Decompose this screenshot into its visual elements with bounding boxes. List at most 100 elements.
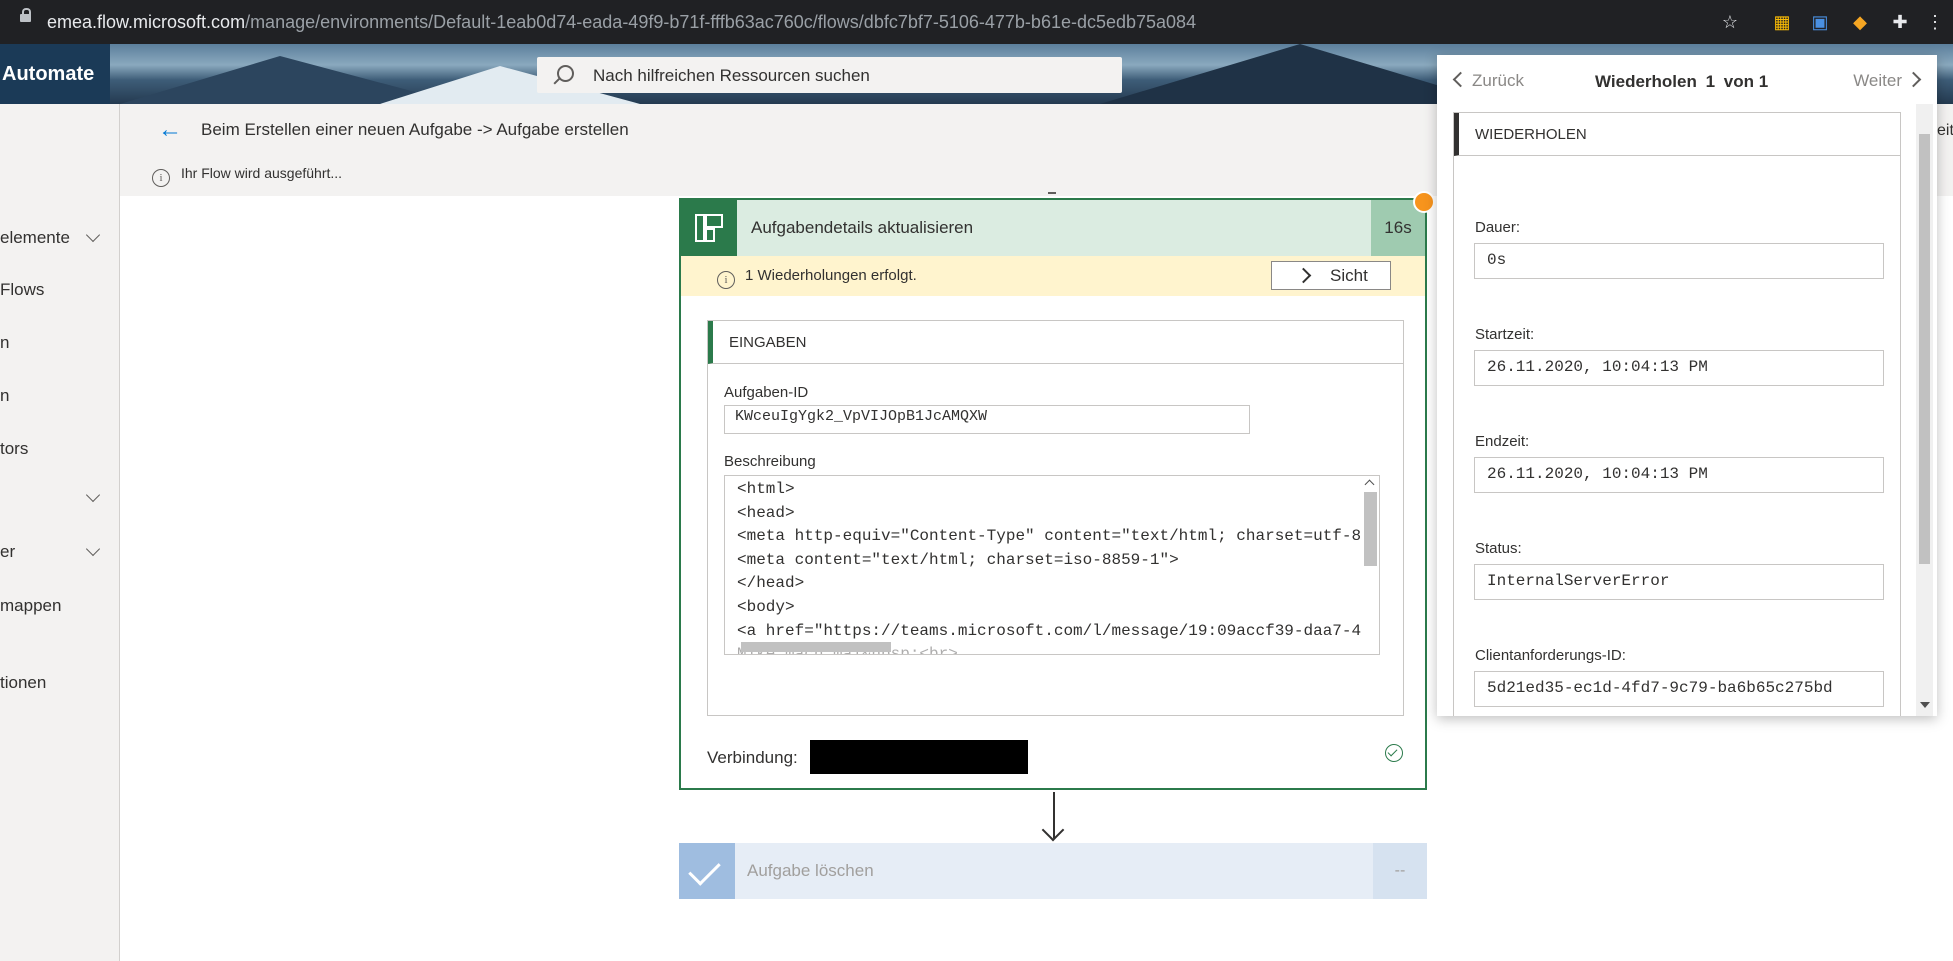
nav-item[interactable]: elemente: [0, 220, 119, 256]
nav-item-label: er: [0, 542, 16, 561]
nav-item-label: tionen: [0, 673, 47, 692]
extensions-puzzle-icon[interactable]: ✚: [1890, 12, 1910, 32]
bookmark-star-icon[interactable]: ☆: [1720, 12, 1740, 32]
retry-panel-header: WIEDERHOLEN: [1454, 113, 1900, 156]
description-line: </head>: [737, 574, 805, 593]
scrollbar-thumb[interactable]: [1364, 492, 1377, 566]
iteration-current: 1: [1705, 72, 1716, 91]
info-icon: i: [152, 169, 170, 187]
retry-details-panel: Zurück Wiederholen 1 von 1 Weiter WIEDER…: [1437, 55, 1937, 716]
nav-item-label: tors: [0, 439, 29, 458]
planner-icon-part: [695, 214, 705, 242]
view-button[interactable]: Sicht: [1271, 261, 1391, 290]
extension-colorful-icon[interactable]: ▦: [1772, 12, 1792, 32]
nav-item-label: mappen: [0, 596, 62, 615]
end-time-label: Endzeit:: [1475, 433, 1530, 450]
check-circle-icon: [1385, 744, 1403, 762]
previous-button[interactable]: Zurück: [1452, 71, 1524, 91]
task-id-field[interactable]: KWceuIgYgk2_VpVIJOpB1JcAMQXW: [724, 405, 1250, 434]
action-card-delete-task[interactable]: Aufgabe löschen --: [679, 843, 1427, 899]
nav-item-label: Flows: [0, 280, 45, 299]
description-vertical-scrollbar[interactable]: [1362, 476, 1379, 654]
duration-label: Dauer:: [1475, 219, 1521, 236]
nav-item[interactable]: tionen: [0, 665, 119, 701]
nav-item-connectors[interactable]: tors: [0, 431, 119, 467]
description-line: <meta content="text/html; charset=iso-88…: [737, 550, 1179, 569]
flow-run-status: i Ihr Flow wird ausgeführt...: [152, 165, 342, 187]
retry-panel-scrollbar[interactable]: [1916, 104, 1933, 716]
status-value[interactable]: InternalServerError: [1474, 564, 1884, 600]
status-indicator-dot: [1413, 191, 1435, 213]
left-navigation: elemente Flows n n tors er mappen tionen: [0, 104, 120, 961]
planner-icon-part: [705, 214, 723, 228]
inputs-header: EINGABEN: [708, 321, 1403, 364]
iteration-total: von 1: [1723, 72, 1769, 91]
description-line: <head>: [737, 503, 795, 522]
clipped-edge-text: eit: [1937, 122, 1953, 139]
duration-value[interactable]: 0s: [1474, 243, 1884, 279]
nav-item[interactable]: n: [0, 378, 119, 414]
scrollbar-thumb[interactable]: [1919, 134, 1930, 564]
lock-icon: [20, 8, 31, 22]
view-button-label: Sicht: [1330, 266, 1368, 285]
nav-item-label: elemente: [0, 228, 70, 247]
start-time-value[interactable]: 26.11.2020, 10:04:13 PM: [1474, 350, 1884, 386]
connection-value-redacted: [810, 740, 1028, 774]
retry-notice: i 1 Wiederholungen erfolgt.: [717, 267, 917, 289]
scroll-up-icon[interactable]: [1364, 479, 1375, 490]
extension-orange-icon[interactable]: ◆: [1850, 12, 1870, 32]
browser-address-bar[interactable]: emea.flow.microsoft.com/manage/environme…: [0, 0, 1953, 44]
nav-item[interactable]: mappen: [0, 588, 119, 624]
next-action-title: Aufgabe löschen: [747, 861, 874, 880]
status-label: Status:: [1475, 540, 1522, 557]
info-icon: i: [717, 271, 735, 289]
planner-icon: [681, 200, 737, 256]
scroll-down-icon[interactable]: [1920, 702, 1930, 708]
search-box[interactable]: [537, 57, 1122, 95]
description-line: <meta http-equiv="Content-Type" content=…: [737, 527, 1380, 546]
search-input[interactable]: [591, 57, 1095, 95]
start-time-label: Startzeit:: [1475, 326, 1535, 343]
nav-item-label: n: [0, 333, 10, 352]
nav-item[interactable]: [0, 480, 119, 516]
description-label: Beschreibung: [724, 453, 816, 470]
description-text: <html> <head> <meta http-equiv="Content-Ty…: [737, 478, 1380, 654]
task-id-label: Aufgaben-ID: [724, 384, 809, 401]
scrollbar-thumb[interactable]: [741, 642, 891, 652]
retry-notice-bar: i 1 Wiederholungen erfolgt. Sicht: [681, 256, 1425, 296]
description-line: <html>: [737, 480, 795, 498]
checkmark-icon: [688, 853, 721, 886]
chevron-down-icon: [85, 541, 101, 557]
iteration-indicator: Wiederholen 1 von 1: [1595, 72, 1772, 92]
next-button[interactable]: Weiter: [1853, 71, 1922, 91]
app-name[interactable]: Automate: [0, 44, 110, 104]
nav-item-label: n: [0, 386, 10, 405]
nav-item[interactable]: n: [0, 325, 119, 361]
chevron-right-icon: [1905, 71, 1922, 88]
url-path: /manage/environments/Default-1eab0d74-ea…: [245, 12, 1197, 32]
chevron-down-icon: [85, 227, 101, 243]
chevron-right-icon: [1295, 267, 1312, 284]
nav-item-flows[interactable]: Flows: [0, 272, 119, 308]
chevron-down-icon: [85, 487, 101, 503]
action-card-header[interactable]: Aufgabendetails aktualisieren 16s: [681, 200, 1425, 256]
chrome-menu-icon[interactable]: ⋮: [1925, 12, 1945, 32]
action-card-update-task[interactable]: Aufgabendetails aktualisieren 16s i 1 Wie…: [679, 198, 1427, 790]
next-label: Weiter: [1853, 71, 1902, 90]
end-time-value[interactable]: 26.11.2020, 10:04:13 PM: [1474, 457, 1884, 493]
extension-calendar-icon[interactable]: ▣: [1810, 12, 1830, 32]
url-text[interactable]: emea.flow.microsoft.com/manage/environme…: [47, 12, 1196, 33]
client-request-id-value[interactable]: 5d21ed35-ec1d-4fd7-9c79-ba6b65c275bd: [1474, 671, 1884, 707]
arrow-down-icon: [1053, 792, 1055, 838]
nav-item[interactable]: er: [0, 534, 119, 570]
back-arrow-icon[interactable]: ←: [158, 118, 182, 142]
iteration-word: Wiederholen: [1595, 72, 1697, 91]
url-host: emea.flow.microsoft.com: [47, 12, 246, 32]
flow-title: Beim Erstellen einer neuen Aufgabe -> Au…: [201, 120, 629, 139]
retry-panel-body: WIEDERHOLEN Dauer: 0s Startzeit: 26.11.2…: [1453, 112, 1901, 716]
planner-check-icon: [679, 843, 735, 899]
description-horizontal-scrollbar[interactable]: [725, 640, 1363, 654]
search-icon: [557, 65, 574, 82]
connection-label: Verbindung:: [707, 748, 798, 767]
description-field[interactable]: <html> <head> <meta http-equiv="Content-Ty…: [724, 475, 1380, 655]
